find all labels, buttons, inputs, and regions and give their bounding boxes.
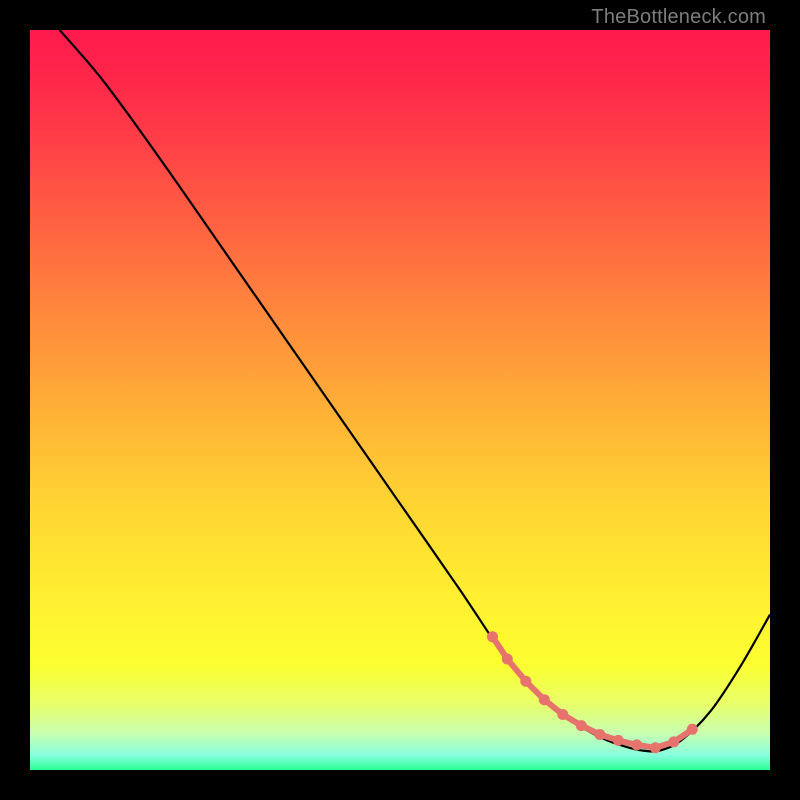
- watermark-text: TheBottleneck.com: [591, 6, 766, 29]
- sweet-spot-dot: [631, 739, 642, 750]
- sweet-spot-dot: [520, 676, 531, 687]
- bottleneck-chart: [30, 30, 770, 770]
- bottleneck-curve-line: [60, 30, 770, 752]
- sweet-spot-dot: [613, 735, 624, 746]
- sweet-spot-dot: [539, 694, 550, 705]
- sweet-spot-dot: [576, 720, 587, 731]
- sweet-spot-dot: [687, 724, 698, 735]
- sweet-spot-dot: [502, 654, 513, 665]
- sweet-spot-dot: [557, 709, 568, 720]
- sweet-spot-dot: [650, 742, 661, 753]
- sweet-spot-dot: [668, 736, 679, 747]
- sweet-spot-dot: [594, 729, 605, 740]
- sweet-spot-markers: [487, 631, 698, 753]
- chart-frame: [30, 30, 770, 770]
- sweet-spot-dot: [487, 631, 498, 642]
